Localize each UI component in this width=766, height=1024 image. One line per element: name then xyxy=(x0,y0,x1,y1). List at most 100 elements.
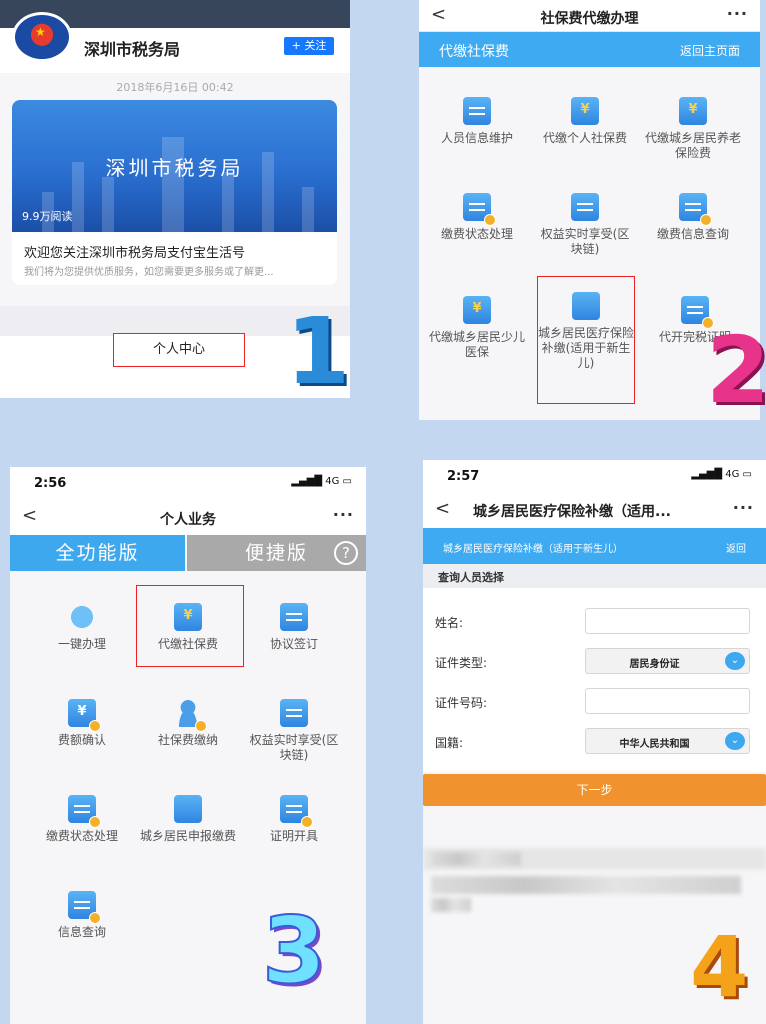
grid-label: 权益实时享受(区块链) xyxy=(249,733,339,762)
grid-item-payment-status[interactable]: 缴费状态处理 xyxy=(32,795,132,844)
star-icon: ★ xyxy=(35,25,46,39)
grid-label: 代缴个人社保费 xyxy=(542,131,627,145)
phone-yuan-icon: ¥ xyxy=(679,97,707,125)
grid-label: 缴费状态处理 xyxy=(440,227,513,241)
network-indicator: ▂▄▆█ 4G ▭ xyxy=(291,476,352,487)
more-icon[interactable]: ··· xyxy=(733,498,754,517)
grid-label: 费额确认 xyxy=(57,733,106,747)
grid-item-payment-query[interactable]: 缴费信息查询 xyxy=(643,193,743,242)
nationality-value: 中华人民共和国 xyxy=(619,739,690,750)
step-number-1: 1 xyxy=(286,298,351,405)
id-number-input[interactable] xyxy=(585,688,750,714)
id-type-value: 居民身份证 xyxy=(629,659,680,670)
grid-item-one-click[interactable]: 一键办理 xyxy=(32,603,132,652)
grid-item-blockchain-rights[interactable]: 权益实时享受(区块链) xyxy=(244,699,344,763)
follow-button[interactable]: + 关注 xyxy=(284,37,334,55)
status-bar: 2:57 ▂▄▆█ 4G ▭ xyxy=(423,460,766,492)
grid-item-pension-insurance[interactable]: ¥ 代缴城乡居民养老保险费 xyxy=(643,97,743,161)
blurred-text xyxy=(431,898,471,912)
grid-item-agreement[interactable]: 协议签订 xyxy=(244,603,344,652)
more-icon[interactable]: ··· xyxy=(727,4,748,23)
more-icon[interactable]: ··· xyxy=(333,505,354,524)
network-type: 4G xyxy=(325,476,340,487)
grid-item-personnel-info[interactable]: 人员信息维护 xyxy=(427,97,527,146)
grid-label: 代缴城乡居民养老保险费 xyxy=(644,131,741,160)
name-label: 姓名: xyxy=(435,616,464,630)
blurred-text xyxy=(431,876,741,894)
banner-title: 深圳市税务局 xyxy=(105,156,244,180)
article-card[interactable]: 深圳市税务局 9.9万阅读 欢迎您关注深圳市税务局支付宝生活号 我们将为您提供优… xyxy=(12,100,337,285)
personal-center-button[interactable]: 个人中心 xyxy=(113,333,245,367)
section-header: 城乡居民医疗保险补缴（适用于新生儿） 返回 xyxy=(423,528,766,564)
back-icon[interactable]: < xyxy=(435,498,450,519)
grid-item-info-query[interactable]: 信息查询 xyxy=(32,891,132,940)
document-star-icon xyxy=(681,296,714,329)
grid-item-resident-declaration[interactable]: 城乡居民申报缴费 xyxy=(138,795,238,844)
article-title: 欢迎您关注深圳市税务局支付宝生活号 xyxy=(24,246,246,261)
grid-item-certificate[interactable]: 证明开具 xyxy=(244,795,344,844)
tax-bureau-logo: ★ xyxy=(12,12,72,62)
grid-item-personal-social-insurance[interactable]: ¥ 代缴个人社保费 xyxy=(535,97,635,146)
grid-label: 城乡居民申报缴费 xyxy=(139,829,236,843)
phone-yuan-icon: ¥ xyxy=(571,97,599,125)
nav-bar: < 社保费代缴办理 ··· xyxy=(419,0,760,32)
read-count: 9.9万阅读 xyxy=(22,210,73,223)
id-card-icon xyxy=(280,603,308,631)
grid-item-payment-status[interactable]: 缴费状态处理 xyxy=(427,193,527,242)
user-coin-icon xyxy=(174,699,207,732)
return-home-link[interactable]: 返回主页面 xyxy=(680,42,740,59)
blockchain-card-icon xyxy=(280,699,308,727)
highlight-box xyxy=(136,585,244,667)
section-title: 城乡居民医疗保险补缴（适用于新生儿） xyxy=(443,544,623,555)
clock: 2:57 xyxy=(447,469,480,484)
clock: 2:56 xyxy=(34,476,67,491)
document-star-icon xyxy=(280,795,313,828)
grid-item-amount-confirm[interactable]: ¥ 费额确认 xyxy=(32,699,132,748)
help-icon[interactable]: ? xyxy=(334,541,358,565)
network-indicator: ▂▄▆█ 4G ▭ xyxy=(691,469,752,480)
grid-item-social-insurance-payment[interactable]: 社保费缴纳 xyxy=(138,699,238,748)
document-search-icon xyxy=(68,891,101,924)
nav-bar: < 城乡居民医疗保险补缴（适用... ··· xyxy=(423,492,766,528)
grid-label: 协议签订 xyxy=(269,637,318,651)
id-number-label: 证件号码: xyxy=(435,696,488,710)
next-step-button[interactable]: 下一步 xyxy=(423,774,766,806)
building-icon xyxy=(174,795,202,823)
document-star-icon xyxy=(463,193,496,226)
grid-label: 代缴城乡居民少儿医保 xyxy=(428,330,525,359)
tab-full-version[interactable]: 全功能版 xyxy=(10,535,185,571)
grid-label: 缴费信息查询 xyxy=(656,227,729,241)
nav-title: 城乡居民医疗保险补缴（适用... xyxy=(473,504,671,520)
id-type-select[interactable]: 居民身份证 ⌄ xyxy=(585,648,750,674)
document-search-icon xyxy=(679,193,712,226)
yuan-check-icon: ¥ xyxy=(68,699,101,732)
query-form: 姓名: 证件类型: 居民身份证 ⌄ 证件号码: 国籍: 中华人民共和国 ⌄ xyxy=(423,588,766,772)
return-link[interactable]: 返回 xyxy=(726,540,746,555)
step-number-2: 2 xyxy=(706,317,766,424)
article-banner: 深圳市税务局 9.9万阅读 xyxy=(12,100,337,232)
step-number-4: 4 xyxy=(690,918,749,1016)
nav-title: 个人业务 xyxy=(160,512,216,528)
article-summary: 我们将为您提供优质服务，如您需要更多服务或了解更... xyxy=(24,267,274,278)
grid-item-child-medical[interactable]: ¥ 代缴城乡居民少儿医保 xyxy=(427,296,527,360)
name-input[interactable] xyxy=(585,608,750,634)
cursor-bubble-icon xyxy=(68,603,96,631)
query-section-header: 查询人员选择 xyxy=(423,564,766,588)
grid-item-blockchain-rights[interactable]: 权益实时享受(区块链) xyxy=(535,193,635,257)
grid-label: 社保费缴纳 xyxy=(157,733,218,747)
nav-title: 社保费代缴办理 xyxy=(540,11,639,27)
nationality-select[interactable]: 中华人民共和国 ⌄ xyxy=(585,728,750,754)
chevron-down-icon: ⌄ xyxy=(725,732,745,750)
version-tabs: 全功能版 便捷版 ? xyxy=(10,535,366,571)
section-title: 代缴社保费 xyxy=(439,44,509,60)
id-type-label: 证件类型: xyxy=(435,656,488,670)
grid-label: 人员信息维护 xyxy=(440,131,513,145)
id-card-icon xyxy=(463,97,491,125)
post-date: 2018年6月16日 00:42 xyxy=(116,81,234,94)
account-name: 深圳市税务局 xyxy=(84,40,181,59)
phone-yuan-icon: ¥ xyxy=(463,296,491,324)
blockchain-card-icon xyxy=(571,193,599,221)
section-header: 代缴社保费 返回主页面 xyxy=(419,32,760,67)
step-number-3: 3 xyxy=(261,897,327,1004)
grid-label: 权益实时享受(区块链) xyxy=(540,227,630,256)
